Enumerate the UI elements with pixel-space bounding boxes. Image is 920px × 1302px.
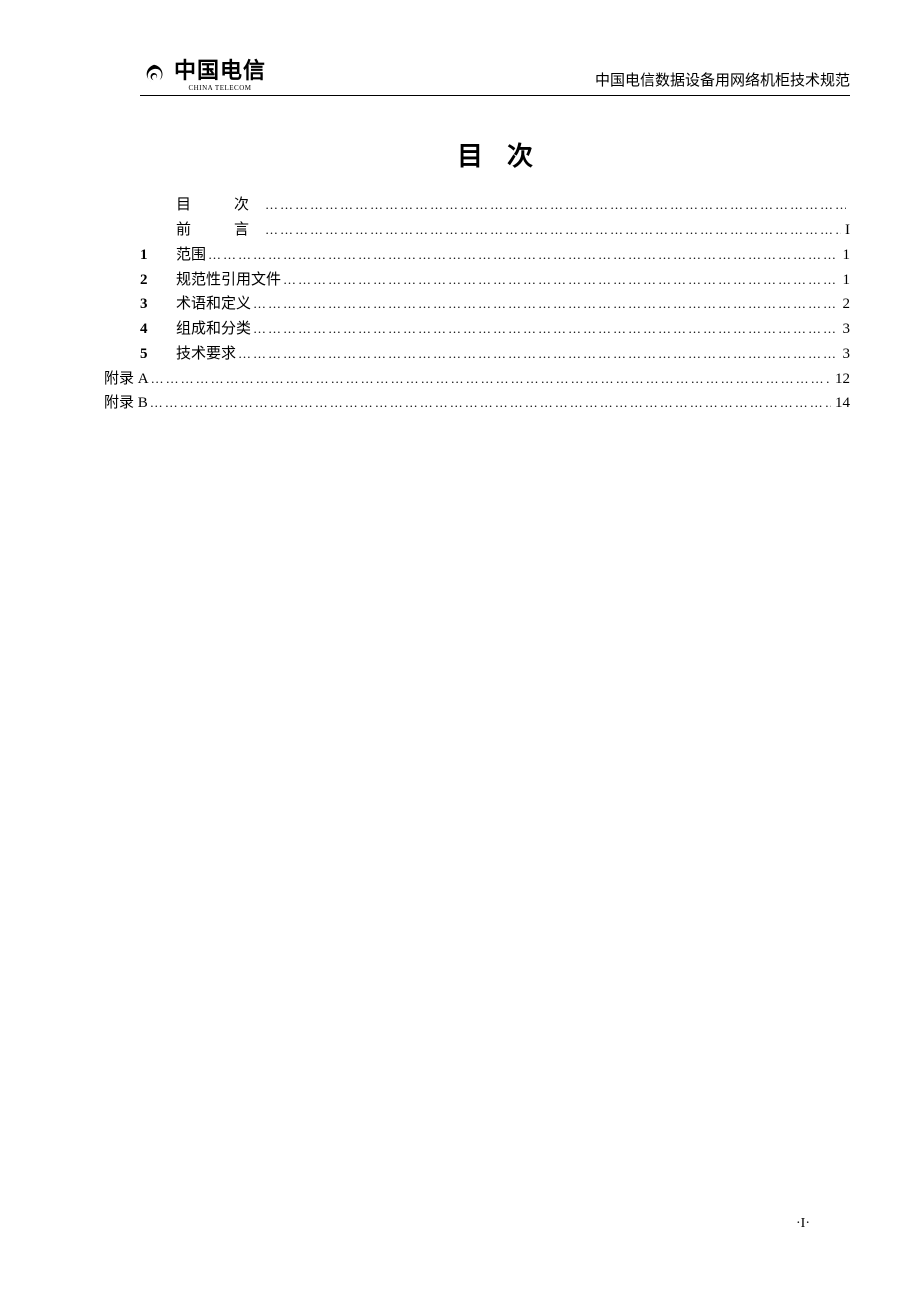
- toc-page-num: 12: [831, 367, 850, 392]
- toc-leader-dots: [263, 194, 846, 215]
- toc-leader-dots: [263, 219, 841, 240]
- toc-page-num: I: [841, 218, 850, 243]
- toc-page-num: 1: [839, 268, 851, 293]
- toc-num: 5: [140, 342, 176, 367]
- toc-entry: 目 次: [140, 193, 850, 218]
- toc-num: 1: [140, 243, 176, 268]
- brand-logo: 中国电信 CHINA TELECOM: [140, 60, 266, 92]
- toc-label: 范围: [176, 243, 206, 268]
- document-title: 中国电信数据设备用网络机柜技术规范: [595, 69, 850, 92]
- toc-page-num: 3: [839, 342, 851, 367]
- page-number-footer: ·I·: [796, 1216, 810, 1232]
- toc-label: 技术要求: [176, 342, 236, 367]
- toc-num: 3: [140, 292, 176, 317]
- toc-page-num: 3: [839, 317, 851, 342]
- toc-leader-dots: [206, 244, 838, 265]
- toc-entry: 1 范围 1: [140, 243, 850, 268]
- toc-num: 4: [140, 317, 176, 342]
- page-header: 中国电信 CHINA TELECOM 中国电信数据设备用网络机柜技术规范: [140, 60, 850, 96]
- toc-entry: 2 规范性引用文件 1: [140, 268, 850, 293]
- toc-num: 2: [140, 268, 176, 293]
- document-page: 中国电信 CHINA TELECOM 中国电信数据设备用网络机柜技术规范 目次 …: [0, 0, 920, 476]
- toc-label: 术语和定义: [176, 292, 251, 317]
- toc-heading: 目次: [140, 136, 850, 173]
- toc-label: 组成和分类: [176, 317, 251, 342]
- toc-label: 附录 B: [104, 391, 148, 416]
- toc-leader-dots: [149, 368, 831, 389]
- toc-entry: 前 言 I: [140, 218, 850, 243]
- table-of-contents: 目 次 前 言 I 1 范围 1 2 规范性引用文件 1 3 术语和定义 2: [140, 193, 850, 416]
- toc-label: 附录 A: [104, 367, 149, 392]
- toc-entry: 5 技术要求 3: [140, 342, 850, 367]
- logo-text: 中国电信 CHINA TELECOM: [174, 60, 266, 92]
- toc-leader-dots: [251, 293, 838, 314]
- toc-label: 规范性引用文件: [176, 268, 281, 293]
- toc-page-num: 1: [839, 243, 851, 268]
- toc-entry: 附录 B 14: [104, 391, 850, 416]
- toc-label: 前 言: [176, 218, 263, 243]
- toc-leader-dots: [148, 392, 831, 413]
- logo-text-cn: 中国电信: [174, 60, 266, 82]
- logo-text-en: CHINA TELECOM: [189, 84, 252, 92]
- toc-leader-dots: [236, 343, 838, 364]
- toc-leader-dots: [251, 318, 838, 339]
- toc-leader-dots: [281, 269, 838, 290]
- toc-page-num: 14: [831, 391, 850, 416]
- toc-entry: 附录 A 12: [104, 367, 850, 392]
- toc-label: 目 次: [176, 193, 263, 218]
- telecom-swirl-icon: [140, 62, 168, 90]
- toc-entry: 3 术语和定义 2: [140, 292, 850, 317]
- toc-page-num: 2: [839, 292, 851, 317]
- toc-entry: 4 组成和分类 3: [140, 317, 850, 342]
